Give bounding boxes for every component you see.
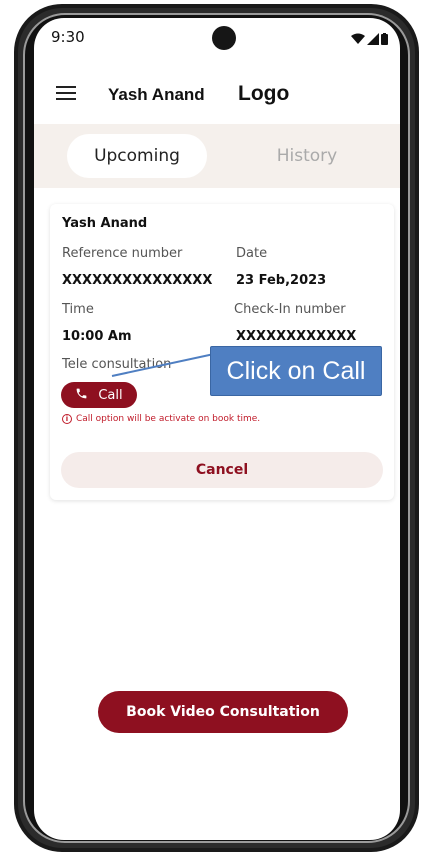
signal-icon (367, 30, 379, 49)
tab-bar: Upcoming History (34, 124, 400, 188)
checkin-label: Check-In number (234, 302, 346, 317)
info-icon: i (62, 414, 72, 424)
reference-label: Reference number (62, 246, 183, 261)
book-video-consultation-button[interactable]: Book Video Consultation (98, 691, 348, 733)
status-bar: 9:30 (34, 18, 400, 62)
time-label: Time (62, 302, 94, 317)
header-user-name: Yash Anand (108, 85, 205, 104)
date-value: 23 Feb,2023 (236, 273, 327, 288)
time-value: 10:00 Am (62, 329, 132, 344)
call-note-text: Call option will be activate on book tim… (76, 414, 261, 424)
call-availability-note: i Call option will be activate on book t… (62, 414, 260, 424)
call-button[interactable]: Call (61, 382, 137, 408)
tab-upcoming[interactable]: Upcoming (67, 134, 207, 178)
reference-value: XXXXXXXXXXXXXXX (62, 273, 213, 288)
patient-name: Yash Anand (62, 216, 148, 231)
app-logo: Logo (238, 82, 290, 105)
front-camera (212, 26, 236, 50)
tab-history[interactable]: History (237, 134, 377, 178)
phone-icon (75, 387, 88, 404)
consultation-type: Tele consultation (62, 357, 172, 372)
app-header: Yash Anand Logo (34, 62, 400, 124)
instruction-callout: Click on Call (210, 346, 382, 396)
status-icons (351, 30, 388, 49)
date-label: Date (236, 246, 268, 261)
hamburger-menu-icon[interactable] (56, 86, 76, 100)
battery-icon (381, 30, 388, 49)
cancel-button[interactable]: Cancel (61, 452, 383, 488)
phone-screen: 9:30 Yash Anand Logo Upcoming History Ya… (34, 18, 400, 840)
wifi-icon (351, 30, 365, 49)
call-button-label: Call (98, 387, 123, 403)
status-time: 9:30 (51, 28, 85, 46)
checkin-value: XXXXXXXXXXXX (236, 329, 357, 344)
